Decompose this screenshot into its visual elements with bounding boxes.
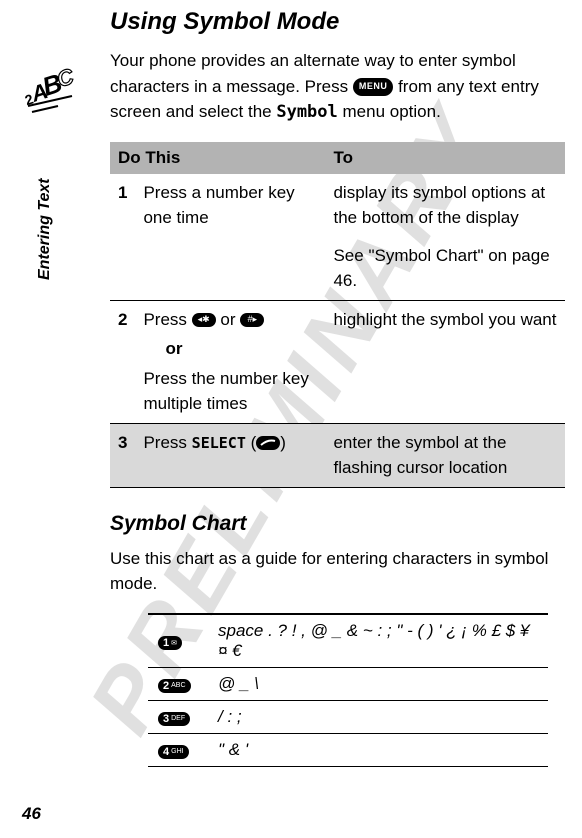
key-cell: 1✉ [148, 614, 208, 668]
symbol-menu-label: Symbol [276, 102, 337, 122]
keypad-1-icon: 1✉ [158, 636, 182, 650]
step-result: display its symbol options at the bottom… [325, 174, 565, 237]
header-do-this: Do This [110, 142, 325, 174]
step-number: 2 [110, 300, 135, 423]
keypad-2-icon: 2ABC [158, 679, 191, 693]
hash-key-icon: #▸ [240, 313, 264, 327]
select-softkey-label: SELECT [192, 434, 246, 452]
page-content: Using Symbol Mode 2 A B C Entering Text … [0, 0, 582, 767]
press-label: Press [143, 310, 186, 329]
press-label: Press [143, 433, 186, 452]
step-action: Press ◂✱ or #▸ or Press the number key m… [135, 300, 325, 423]
symbol-chart-table: 1✉ space . ? ! , @ _ & ~ : ; " - ( ) ' ¿… [148, 613, 548, 767]
keypad-4-icon: 4GHI [158, 745, 189, 759]
or-label: or [165, 339, 182, 358]
page-number: 46 [22, 804, 41, 824]
menu-key-icon: MENU [353, 78, 394, 96]
symbols-cell: / : ; [208, 700, 548, 733]
or-inline: or [220, 310, 235, 329]
symbols-cell: @ _ \ [208, 667, 548, 700]
table-row: 3DEF / : ; [148, 700, 548, 733]
table-row: 1✉ space . ? ! , @ _ & ~ : ; " - ( ) ' ¿… [148, 614, 548, 668]
softkey-icon [256, 436, 280, 450]
table-row: 2 Press ◂✱ or #▸ or Press the number key… [110, 300, 565, 423]
table-row: See "Symbol Chart" on page 46. [110, 237, 565, 301]
keypad-3-icon: 3DEF [158, 712, 190, 726]
step-action-alt: Press the number key multiple times [143, 369, 308, 414]
step-result-extra: See "Symbol Chart" on page 46. [325, 237, 565, 301]
step-number: 3 [110, 423, 135, 487]
table-row: 3 Press SELECT () enter the symbol at th… [110, 423, 565, 487]
step-number: 1 [110, 174, 135, 237]
step-result: highlight the symbol you want [325, 300, 565, 423]
key-cell: 2ABC [148, 667, 208, 700]
table-row: 4GHI " & ' [148, 733, 548, 766]
chart-intro-text: Use this chart as a guide for entering c… [110, 546, 564, 597]
intro-text-3: menu option. [343, 102, 441, 121]
key-cell: 3DEF [148, 700, 208, 733]
instruction-table: Do This To 1 Press a number key one time… [110, 142, 565, 488]
step-result: enter the symbol at the flashing cursor … [325, 423, 565, 487]
step-action: Press SELECT () [135, 423, 325, 487]
table-row: 2ABC @ _ \ [148, 667, 548, 700]
symbol-chart-heading: Symbol Chart [110, 512, 564, 536]
key-cell: 4GHI [148, 733, 208, 766]
symbols-cell: " & ' [208, 733, 548, 766]
page-title: Using Symbol Mode [110, 8, 564, 36]
symbols-cell: space . ? ! , @ _ & ~ : ; " - ( ) ' ¿ ¡ … [208, 614, 548, 668]
header-to: To [325, 142, 565, 174]
section-side-label: Entering Text [36, 178, 54, 280]
step-action: Press a number key one time [135, 174, 325, 237]
star-key-icon: ◂✱ [192, 313, 216, 327]
intro-paragraph: Your phone provides an alternate way to … [110, 48, 564, 126]
table-row: 1 Press a number key one time display it… [110, 174, 565, 237]
abc-method-icon: 2 A B C [22, 62, 82, 122]
